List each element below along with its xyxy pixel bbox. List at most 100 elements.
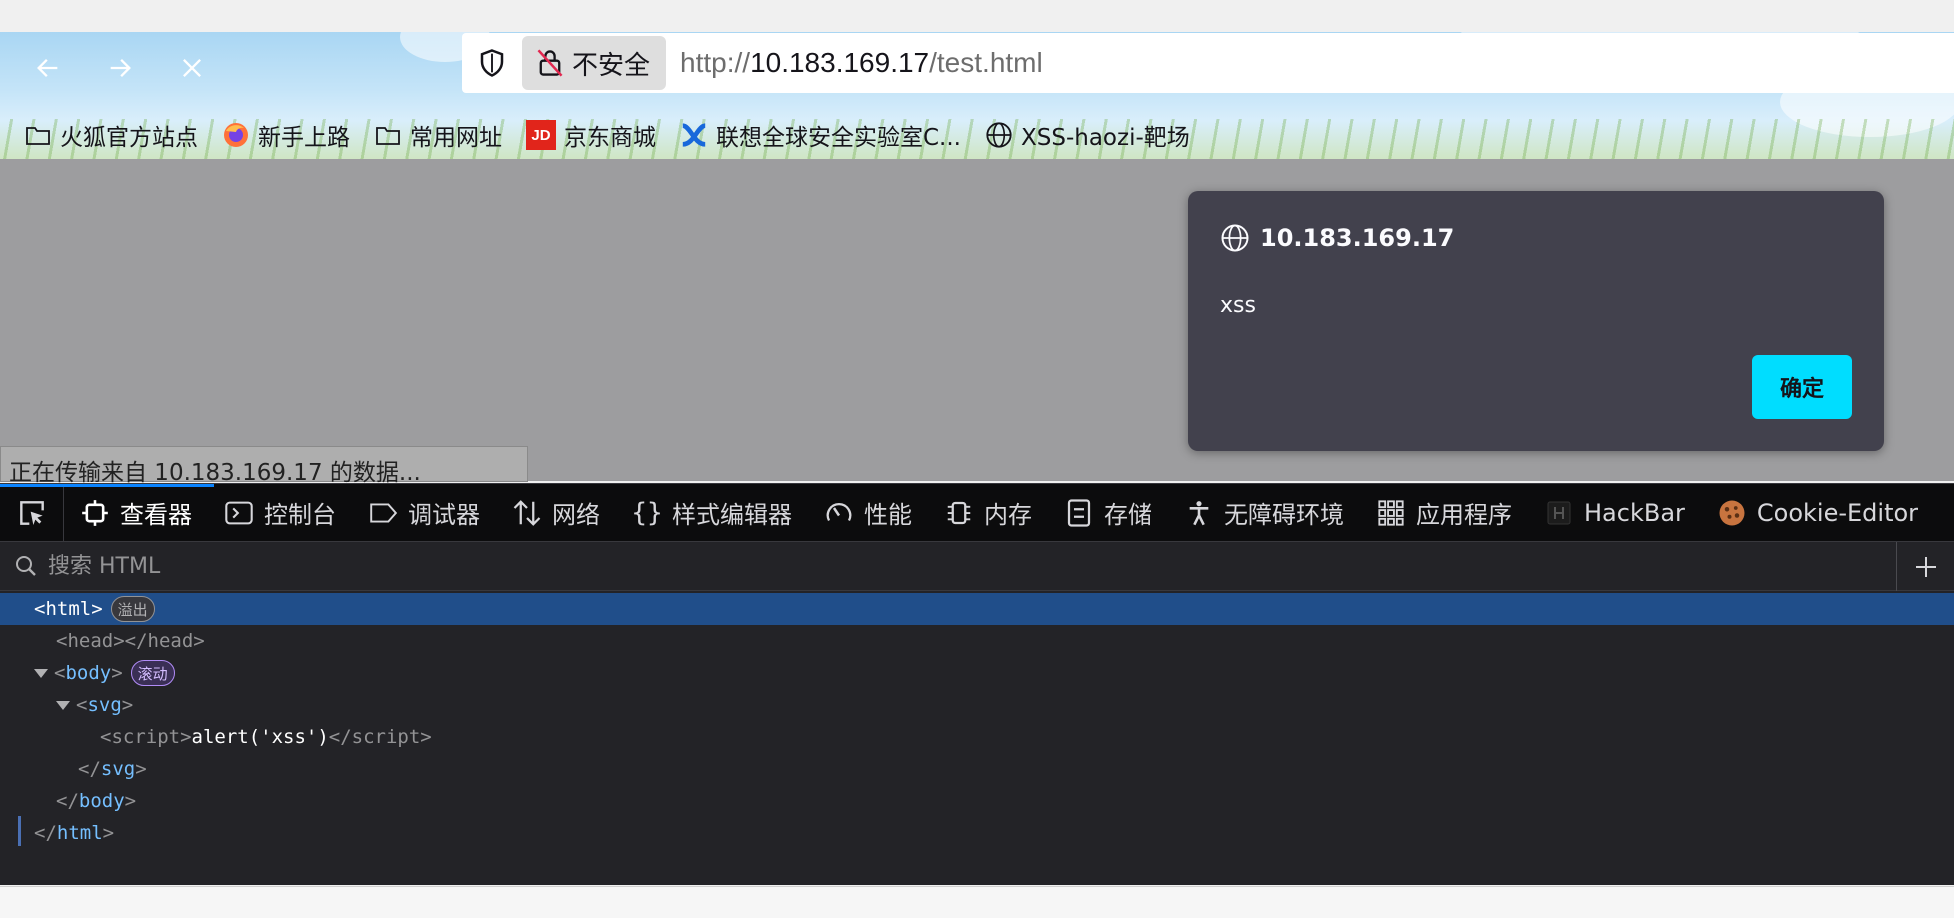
tree-node-head[interactable]: <head></head> (0, 625, 1954, 657)
stop-button[interactable] (170, 46, 214, 90)
jd-icon: JD (526, 120, 556, 150)
tab-style-editor[interactable]: {} 样式编辑器 (616, 484, 808, 541)
browser-window: 不安全 http://10.183.169.17/test.html 火狐官方站… (0, 0, 1954, 918)
tree-node-html-close: </html > (34, 822, 115, 844)
tab-label: 无障碍环境 (1224, 501, 1344, 529)
expand-toggle[interactable] (56, 700, 70, 710)
bookmark-label: 火狐官方站点 (60, 125, 198, 151)
globe-icon (1221, 224, 1249, 252)
connection-insecure-button[interactable]: 不安全 (522, 36, 667, 90)
tree-node-body-close: </body > (56, 790, 137, 812)
back-button[interactable] (26, 46, 70, 90)
tree-guide-line (18, 816, 21, 846)
add-node-button[interactable] (1896, 542, 1954, 592)
firefox-icon (224, 123, 248, 147)
tree-node-svg-close: </svg > (78, 758, 147, 780)
loading-progress-bar (0, 484, 214, 487)
tree-node-html[interactable]: < html > 溢出 (0, 593, 1954, 625)
insecure-label: 不安全 (572, 50, 651, 81)
bookmark-item[interactable]: XSS-haozi-靶场 (985, 118, 1190, 152)
element-picker-icon (19, 500, 44, 525)
markup-tree: < html > 溢出 <head></head> < body > 滚动 < svg > <s… (0, 591, 1954, 885)
browser-toolbar: 不安全 http://10.183.169.17/test.html 火狐官方站… (0, 32, 1954, 159)
hackbar-icon (1547, 501, 1571, 524)
bookmark-item[interactable]: 火狐官方站点 (24, 118, 198, 152)
expand-toggle[interactable] (34, 668, 48, 678)
tree-node-script[interactable]: <script> alert('xss') </script> (0, 721, 1954, 753)
forward-button[interactable] (98, 46, 142, 90)
alert-dialog: 10.183.169.17 xss 确定 (1188, 191, 1884, 451)
tab-label: Cookie-Editor (1756, 498, 1919, 527)
url-scheme: http:// (680, 47, 751, 78)
tab-debugger[interactable]: 调试器 (352, 484, 496, 541)
lenovo-lab-icon (682, 123, 706, 147)
devtools-tabbar: 查看器 控制台 调试器 网络 {} 样式编辑器 性能 内存 存储 无障碍环境 应… (0, 483, 1954, 541)
tab-console[interactable]: 控制台 (208, 484, 352, 541)
tab-label: 控制台 (264, 501, 336, 529)
tab-label: 调试器 (408, 501, 480, 529)
network-icon (513, 499, 541, 526)
performance-gauge-icon (826, 502, 852, 521)
tracking-protection-button[interactable] (462, 33, 522, 93)
tab-performance[interactable]: 性能 (808, 484, 928, 541)
tab-inspector[interactable]: 查看器 (64, 484, 208, 541)
arrow-left-icon (37, 59, 58, 77)
tab-memory[interactable]: 内存 (928, 484, 1048, 541)
overflow-badge[interactable]: 溢出 (110, 596, 155, 622)
url-bar[interactable]: 不安全 http://10.183.169.17/test.html (462, 33, 1954, 93)
arrow-right-icon (110, 59, 131, 77)
tab-hackbar[interactable]: HackBar (1528, 484, 1701, 541)
search-icon (16, 556, 36, 576)
memory-chip-icon (947, 501, 971, 524)
tab-label: 存储 (1104, 501, 1152, 529)
tab-label: 内存 (984, 501, 1032, 529)
bookmark-label: 联想全球安全实验室C... (716, 125, 961, 151)
url-text[interactable]: http://10.183.169.17/test.html (680, 47, 1043, 79)
tab-network[interactable]: 网络 (496, 484, 616, 541)
tab-cookie-editor[interactable]: Cookie-Editor (1701, 484, 1934, 541)
tab-label: 样式编辑器 (672, 501, 792, 529)
insecure-lock-icon (537, 49, 563, 77)
tab-accessibility[interactable]: 无障碍环境 (1168, 484, 1360, 541)
tree-node-body[interactable]: < body > 滚动 (0, 657, 1954, 689)
folder-icon (26, 127, 50, 145)
console-icon (225, 501, 253, 524)
close-icon (183, 59, 201, 77)
tab-label: 网络 (552, 501, 600, 529)
bookmark-item[interactable]: 常用网址 (374, 118, 502, 152)
alert-origin: 10.183.169.17 (1220, 223, 1454, 253)
scroll-badge[interactable]: 滚动 (130, 660, 175, 686)
shield-icon (480, 49, 504, 77)
url-path: /test.html (929, 47, 1043, 78)
alert-host: 10.183.169.17 (1260, 224, 1455, 252)
script-content: alert('xss') (191, 726, 329, 748)
underlying-window-edge (0, 886, 1954, 918)
bookmark-label: 京东商城 (564, 125, 656, 151)
bookmark-label: 常用网址 (410, 125, 502, 151)
tab-application[interactable]: 应用程序 (1360, 484, 1528, 541)
tree-node-svg[interactable]: < svg > (0, 689, 1954, 721)
ok-button[interactable]: 确定 (1752, 355, 1852, 419)
tab-label: 性能 (864, 501, 912, 529)
tab-label: HackBar (1584, 498, 1685, 527)
alert-message: xss (1220, 293, 1256, 318)
bookmark-item[interactable]: 联想全球安全实验室C... (680, 118, 961, 152)
storage-icon (1067, 498, 1091, 527)
element-picker-button[interactable] (0, 484, 64, 541)
folder-icon (376, 127, 400, 145)
url-host: 10.183.169.17 (750, 47, 930, 78)
debugger-icon (370, 502, 398, 523)
tab-label: 查看器 (120, 501, 192, 529)
html-search-bar (0, 541, 1954, 592)
bookmark-item[interactable]: 新手上路 (222, 118, 350, 152)
globe-icon (986, 122, 1012, 148)
inspector-icon (82, 499, 108, 526)
bookmarks-toolbar: 火狐官方站点 新手上路 常用网址 JD 京东商城 联想全球安全实验室C... X… (0, 110, 1190, 159)
tab-storage[interactable]: 存储 (1048, 484, 1168, 541)
html-search-input[interactable] (48, 546, 1888, 586)
grid-icon (1378, 499, 1404, 526)
plus-icon (1915, 557, 1936, 577)
bookmark-item[interactable]: JD 京东商城 (526, 118, 656, 152)
accessibility-icon (1189, 500, 1209, 525)
tab-label: 应用程序 (1416, 501, 1512, 529)
